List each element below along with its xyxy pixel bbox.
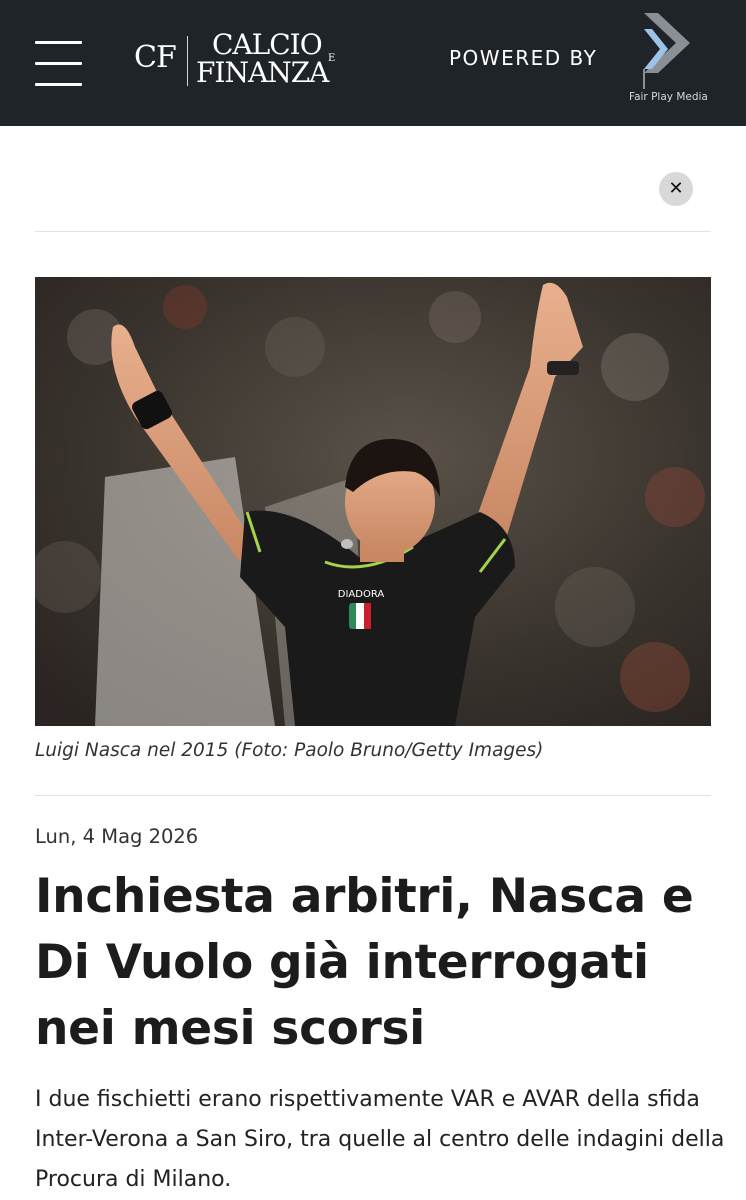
shirt-brand: DIADORA [338, 589, 385, 600]
article-photo: DIADORA [35, 277, 711, 726]
site-logo[interactable]: CF CALCIO E FINANZA [134, 28, 344, 92]
logo-finanza: FINANZA [196, 56, 329, 89]
article-summary: I due fischietti erano rispettivamente V… [35, 1087, 725, 1192]
logo-e: E [328, 53, 336, 64]
divider [35, 231, 711, 232]
article-date: Lun, 4 Mag 2026 [35, 825, 199, 848]
referee-photo-illustration: DIADORA [35, 277, 711, 726]
top-navigation-bar: CF CALCIO E FINANZA POWERED BY Fair Play… [0, 0, 746, 126]
close-ad-button[interactable]: ✕ [659, 172, 693, 206]
image-caption: Luigi Nasca nel 2015 (Foto: Paolo Bruno/… [35, 740, 544, 761]
close-icon: ✕ [668, 178, 684, 199]
hamburger-menu-icon[interactable] [35, 41, 82, 87]
fair-play-media-chevron-icon[interactable] [640, 13, 694, 89]
logo-cf: CF [134, 40, 177, 75]
powered-by-label: POWERED BY [449, 46, 598, 70]
logo-divider [187, 36, 188, 86]
divider [35, 795, 711, 796]
partner-name: Fair Play Media [629, 91, 708, 103]
article-title: Inchiesta arbitri, Nasca e Di Vuolo già … [35, 869, 694, 1056]
